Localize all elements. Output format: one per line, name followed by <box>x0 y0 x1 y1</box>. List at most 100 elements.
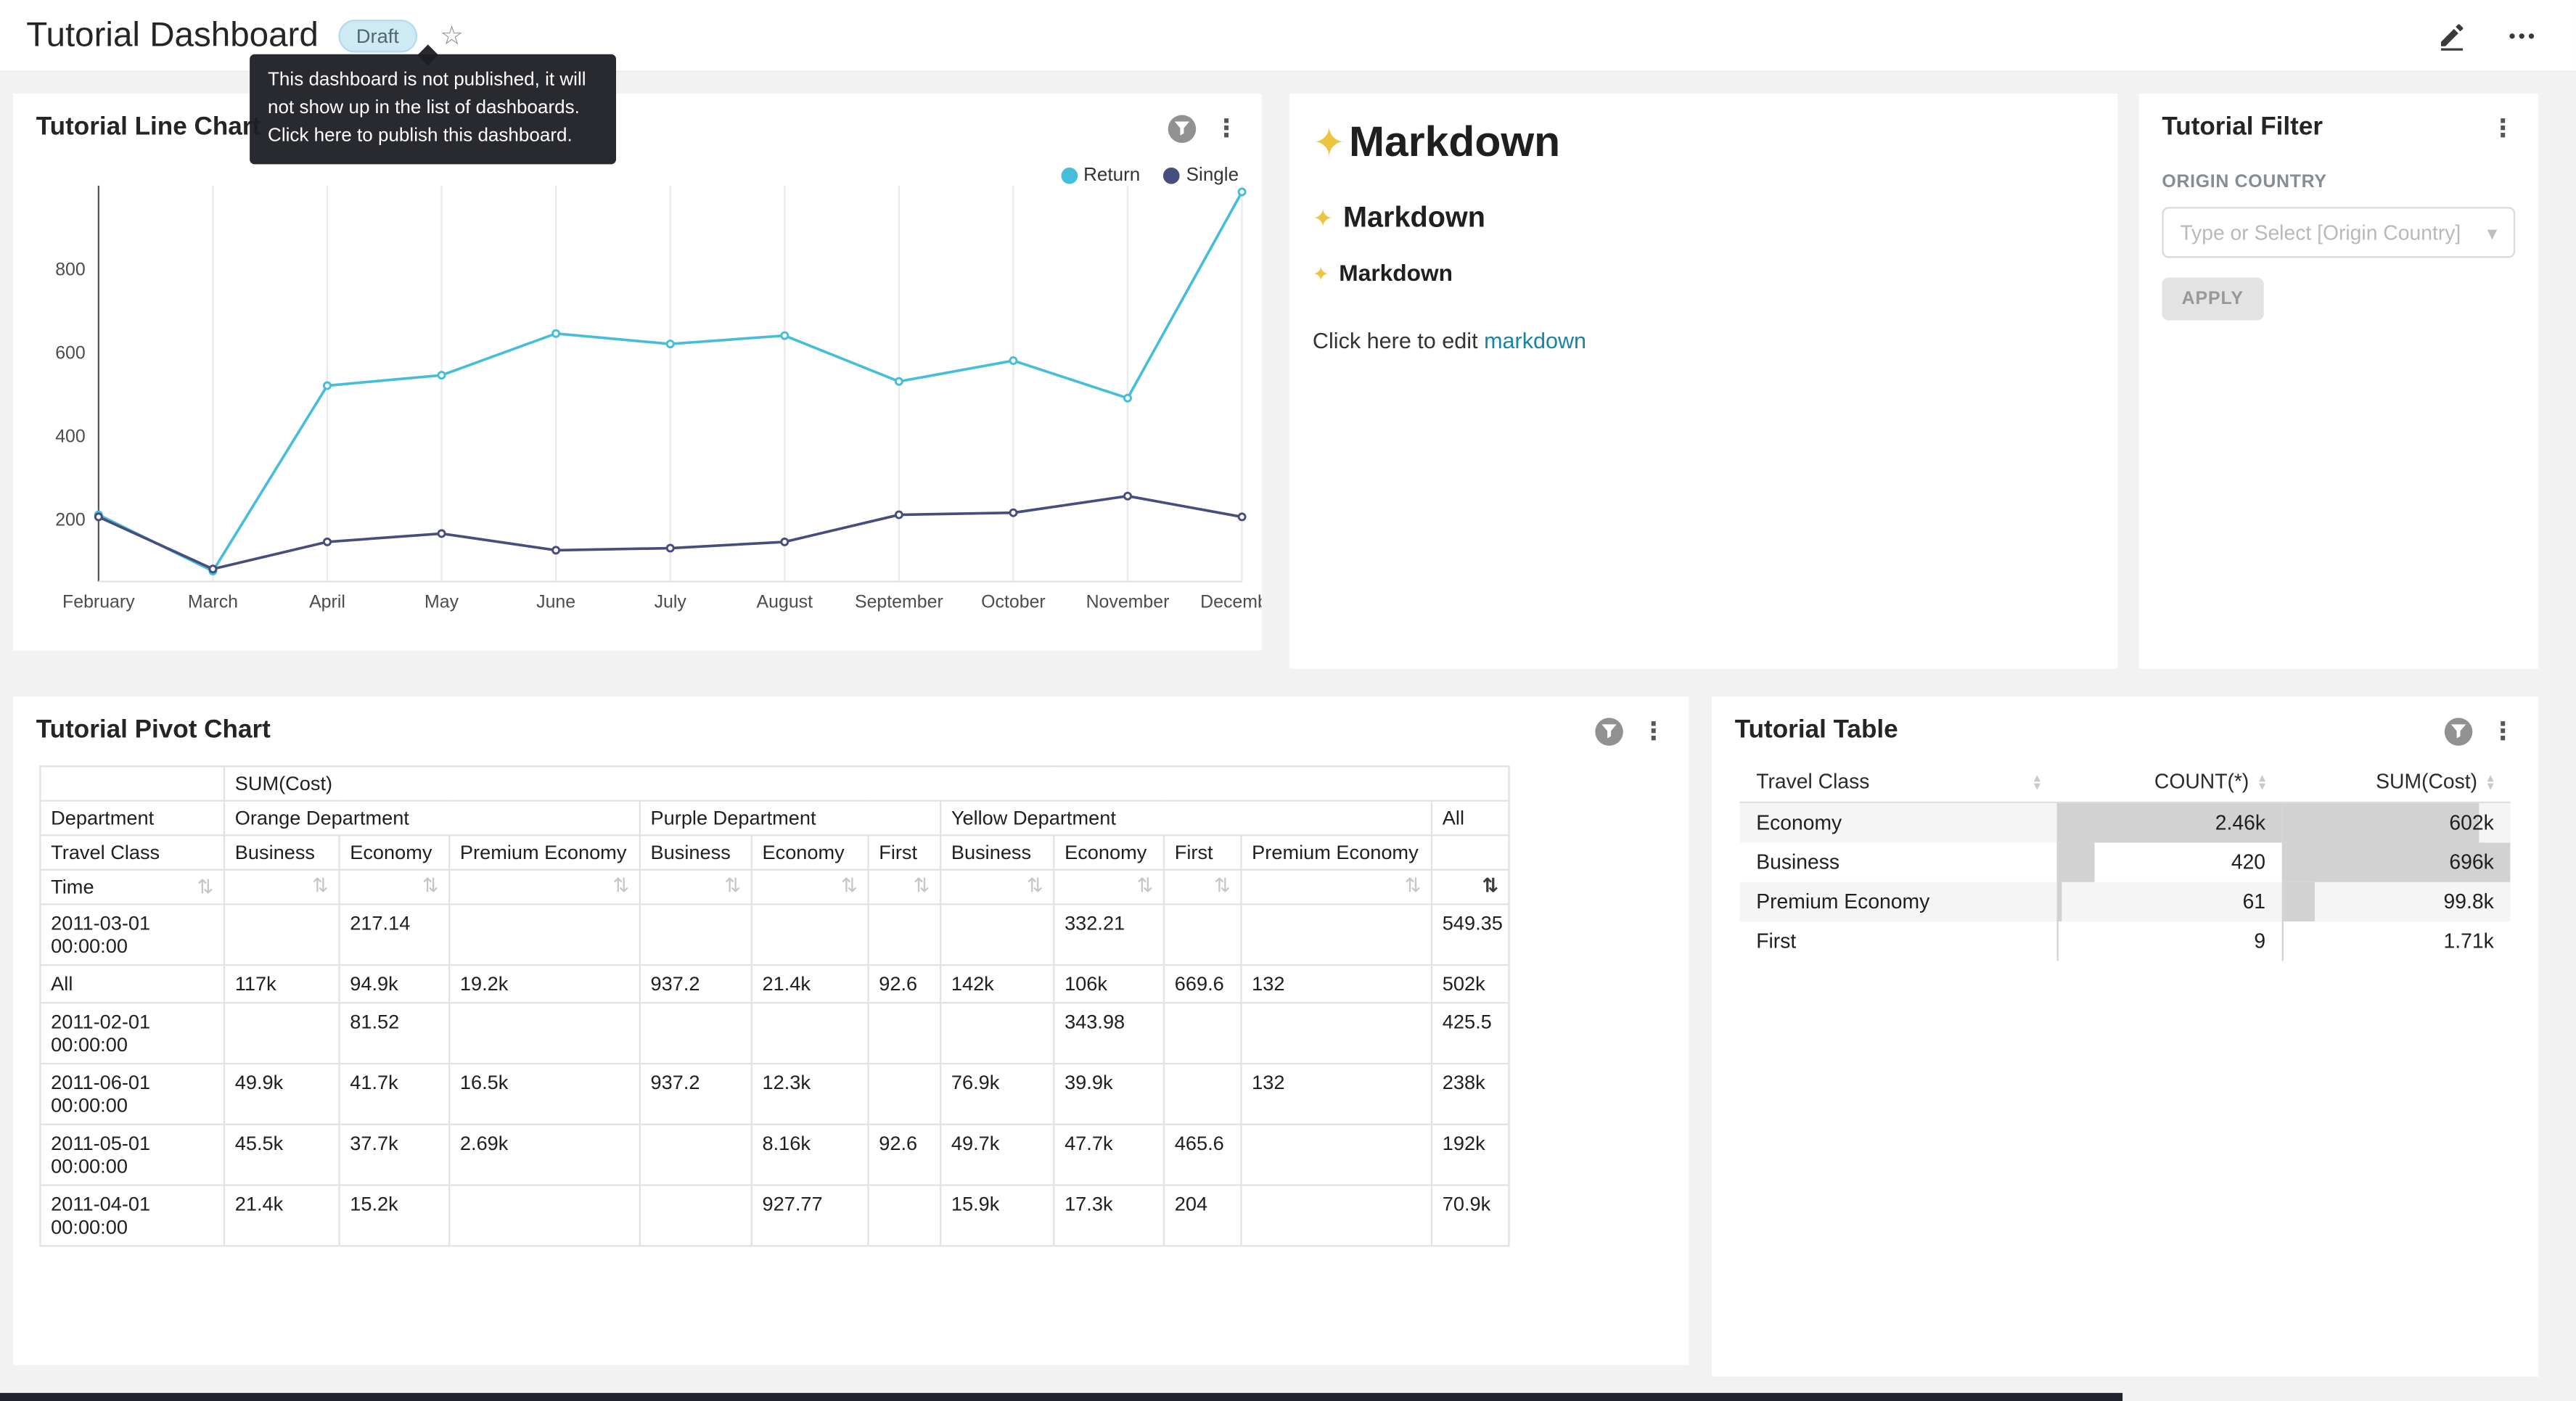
pivot-row-label: All <box>40 965 224 1003</box>
data-point <box>895 511 902 518</box>
pivot-value-cell: 81.52 <box>340 1003 450 1064</box>
kebab-menu-icon[interactable]: ⋮ <box>1641 719 1666 744</box>
data-point <box>324 538 330 545</box>
y-axis-label: 200 <box>55 509 86 530</box>
sort-icon[interactable]: ⇅ <box>197 877 214 897</box>
pivot-value-cell <box>869 904 941 965</box>
kebab-menu-icon[interactable]: ⋮ <box>2490 719 2515 744</box>
sparkles-icon: ✦ <box>1313 120 1346 168</box>
pivot-group-header: Orange Department <box>224 801 640 836</box>
pivot-sort-cell: ⇅ <box>449 870 640 905</box>
favorite-star-icon[interactable]: ☆ <box>440 19 463 52</box>
pivot-data-row: 2011-06-01 00:00:0049.9k41.7k16.5k937.21… <box>40 1064 1509 1125</box>
x-axis-label: August <box>757 592 813 612</box>
pivot-corner-cell <box>40 766 224 801</box>
sort-icon[interactable]: ⇅ <box>724 876 741 895</box>
cell-bar <box>2057 882 2063 921</box>
table-header-row: Travel Class ▴▾ COUNT(*) ▴▾ SUM(Cost) ▴▾ <box>1740 765 2511 802</box>
pivot-value-cell <box>940 904 1054 965</box>
card-markdown[interactable]: ✦Markdown ✦Markdown ✦Markdown Click here… <box>1289 94 2117 668</box>
pivot-value-cell <box>752 1003 869 1064</box>
pivot-value-cell: 39.9k <box>1054 1064 1164 1125</box>
draft-badge[interactable]: Draft <box>338 19 417 52</box>
edit-pencil-icon[interactable] <box>2437 20 2468 51</box>
pivot-dimension-header: Department <box>40 801 224 836</box>
sort-icon[interactable]: ⇅ <box>1027 876 1043 895</box>
pivot-class-header: Economy <box>1054 835 1164 870</box>
pivot-value-cell: 465.6 <box>1164 1125 1241 1186</box>
pivot-value-cell: 17.3k <box>1054 1185 1164 1246</box>
apply-button[interactable]: APPLY <box>2162 278 2263 321</box>
count-cell: 9 <box>2057 921 2282 961</box>
table-row: First91.71k <box>1740 921 2511 961</box>
table-card-header: Tutorial Table ⋮ <box>1712 697 2538 746</box>
sort-icon[interactable]: ⇅ <box>1482 876 1498 895</box>
sort-icon[interactable]: ⇅ <box>1214 876 1231 895</box>
pivot-class-header: Business <box>640 835 752 870</box>
pivot-value-cell: 937.2 <box>640 965 752 1003</box>
pivot-value-cell: 132 <box>1241 965 1432 1003</box>
cell-value: 2.46k <box>2215 811 2265 834</box>
cell-value: 420 <box>2231 851 2265 874</box>
data-point <box>324 382 330 389</box>
pivot-value-cell <box>640 1125 752 1186</box>
pivot-value-cell: 15.2k <box>340 1185 450 1246</box>
data-point <box>438 530 445 537</box>
pivot-value-cell: 76.9k <box>940 1064 1054 1125</box>
pivot-row-label: 2011-06-01 00:00:00 <box>40 1064 224 1125</box>
pivot-sort-cell: ⇅ <box>940 870 1054 905</box>
sort-icon[interactable]: ⇅ <box>1405 876 1422 895</box>
markdown-link[interactable]: markdown <box>1484 329 1586 353</box>
cross-filter-icon[interactable] <box>1168 114 1196 141</box>
pivot-value-cell <box>449 904 640 965</box>
pivot-time-header: Time ⇅ <box>40 870 224 905</box>
kebab-menu-icon[interactable]: ⋮ <box>2490 116 2515 141</box>
pivot-value-cell <box>449 1003 640 1064</box>
column-header-travel-class[interactable]: Travel Class ▴▾ <box>1740 765 2057 802</box>
filter-card-header: Tutorial Filter ⋮ <box>2139 94 2538 143</box>
pivot-class-header: Economy <box>340 835 450 870</box>
x-axis-label: April <box>309 592 345 612</box>
pivot-value-cell: 8.16k <box>752 1125 869 1186</box>
pivot-class-header: Business <box>940 835 1054 870</box>
time-label: Time <box>51 876 94 899</box>
data-point <box>1239 514 1245 520</box>
ellipsis-menu-icon[interactable] <box>2507 20 2537 50</box>
dashboard-grid: Tutorial Line Chart ⋮ ReturnSingle 20040… <box>0 73 2576 1401</box>
sort-icon[interactable]: ⇅ <box>312 876 329 895</box>
data-point <box>1239 189 1245 195</box>
markdown-h1: ✦Markdown <box>1313 117 2095 168</box>
sum-cell: 602k <box>2282 802 2511 842</box>
cell-bar <box>2282 882 2315 921</box>
pivot-value-cell: 19.2k <box>449 965 640 1003</box>
pivot-value-cell: 937.2 <box>640 1064 752 1125</box>
column-header-count[interactable]: COUNT(*) ▴▾ <box>2057 765 2282 802</box>
pivot-value-cell: 927.77 <box>752 1185 869 1246</box>
pivot-class-header: Economy <box>752 835 869 870</box>
sort-icon[interactable]: ⇅ <box>841 876 858 895</box>
column-header-sum-cost[interactable]: SUM(Cost) ▴▾ <box>2282 765 2511 802</box>
travel-class-cell: Business <box>1740 842 2057 882</box>
line-chart-svg: 200400600800FebruaryMarchAprilMayJuneJul… <box>13 182 1262 629</box>
chart-card-header: Tutorial Line Chart ⋮ <box>13 94 1262 143</box>
sort-icon[interactable]: ⇅ <box>914 876 930 895</box>
sort-icon[interactable]: ⇅ <box>422 876 439 895</box>
card-tutorial-filter: Tutorial Filter ⋮ ORIGIN COUNTRY Type or… <box>2139 94 2538 668</box>
cross-filter-icon[interactable] <box>2445 717 2472 744</box>
cross-filter-icon[interactable] <box>1595 717 1623 744</box>
x-axis-label: July <box>655 592 687 612</box>
pivot-value-cell <box>640 1185 752 1246</box>
x-axis-label: June <box>536 592 575 612</box>
x-axis-label: February <box>62 592 135 612</box>
pivot-sort-cell: ⇅ <box>1164 870 1241 905</box>
sort-icon[interactable]: ⇅ <box>1137 876 1154 895</box>
pivot-value-cell: 37.7k <box>340 1125 450 1186</box>
markdown-body: ✦Markdown ✦Markdown ✦Markdown Click here… <box>1289 94 2117 353</box>
card-tutorial-line-chart: Tutorial Line Chart ⋮ ReturnSingle 20040… <box>13 94 1262 650</box>
pivot-row-label: 2011-03-01 00:00:00 <box>40 904 224 965</box>
x-axis-label: March <box>188 592 238 612</box>
kebab-menu-icon[interactable]: ⋮ <box>1214 116 1239 141</box>
origin-country-select[interactable]: Type or Select [Origin Country] ▾ <box>2162 207 2515 258</box>
pivot-value-cell <box>640 904 752 965</box>
sort-icon[interactable]: ⇅ <box>612 876 629 895</box>
